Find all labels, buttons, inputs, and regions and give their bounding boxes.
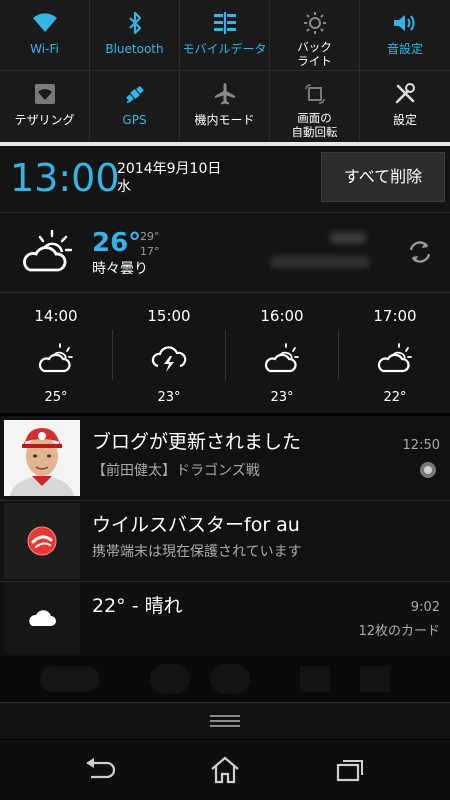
- tile-bluetooth[interactable]: Bluetooth: [90, 0, 180, 70]
- app-badge-icon: [420, 462, 436, 478]
- tile-label: Wi-Fi: [30, 42, 59, 56]
- home-button[interactable]: [195, 752, 255, 788]
- hourly-forecast-item: 14:00 25°: [0, 300, 112, 412]
- hourly-forecast-item: 17:00 22°: [339, 300, 450, 412]
- notification-subtitle: 携帯端末は現在保護されています: [92, 544, 302, 560]
- tile-mobile-data[interactable]: モバイルデータ: [180, 0, 270, 70]
- tile-label: GPS: [122, 113, 147, 127]
- quick-settings-panel: Wi-Fi Bluetooth モバイルデータ バック ライト 音設定 テザリン…: [0, 0, 450, 142]
- tile-label: バック ライト: [270, 40, 359, 68]
- quick-settings-row-1: Wi-Fi Bluetooth モバイルデータ バック ライト 音設定: [0, 0, 450, 70]
- notification-subtitle: 【前田健太】ドラゴンズ戦: [92, 463, 260, 479]
- back-button[interactable]: [70, 752, 130, 788]
- gps-icon: [90, 81, 179, 107]
- hourly-forecast-item: 16:00 23°: [226, 300, 338, 412]
- current-temperature: 26°: [92, 228, 142, 258]
- tile-tethering[interactable]: テザリング: [0, 71, 90, 141]
- tile-label: モバイルデータ: [182, 42, 267, 56]
- settings-tools-icon: [360, 81, 450, 107]
- airplane-icon: [180, 81, 269, 107]
- forecast-time: 15:00: [147, 307, 191, 325]
- mobile-data-icon: [180, 10, 269, 36]
- divider: [0, 292, 450, 293]
- forecast-temp: 23°: [270, 390, 294, 405]
- cloud-icon: [4, 582, 80, 654]
- quick-settings-row-2: テザリング GPS 機内モード 画面の 自動回転 設定: [0, 71, 450, 141]
- tile-label-line: 自動回転: [291, 125, 338, 139]
- auto-rotate-icon: [270, 81, 359, 107]
- tile-gps[interactable]: GPS: [90, 71, 180, 141]
- drag-handle-icon: [210, 714, 240, 728]
- clear-all-button[interactable]: すべて削除: [321, 152, 445, 202]
- tile-label: 設定: [392, 113, 417, 127]
- notification-item[interactable]: ブログが更新されました 【前田健太】ドラゴンズ戦 12:50: [0, 416, 450, 500]
- partly-cloudy-icon: [0, 340, 112, 376]
- wifi-icon: [0, 10, 89, 36]
- background-peek: [0, 656, 450, 702]
- blurred-location: [270, 228, 380, 274]
- notification-title: ウイルスバスターfor au: [92, 514, 300, 536]
- clock: 13:00: [10, 156, 120, 200]
- forecast-temp: 23°: [157, 390, 181, 405]
- tile-settings[interactable]: 設定: [360, 71, 450, 141]
- date-label: 2014年9月10日: [117, 161, 222, 177]
- forecast-time: 17:00: [373, 307, 417, 325]
- weekday-label: 水: [117, 179, 131, 195]
- partly-cloudy-icon: [339, 340, 450, 376]
- forecast-temp: 25°: [44, 390, 68, 405]
- virusbuster-icon: [4, 503, 80, 579]
- sound-icon: [360, 10, 450, 36]
- back-icon: [86, 758, 116, 779]
- bluetooth-icon: [90, 10, 179, 36]
- tile-label: 機内モード: [194, 113, 255, 127]
- notification-time: 9:02: [410, 600, 440, 615]
- tile-airplane-mode[interactable]: 機内モード: [180, 71, 270, 141]
- notification-title: ブログが更新されました: [92, 431, 302, 453]
- notification-item[interactable]: 22° - 晴れ 9:02 12枚のカード: [0, 582, 450, 656]
- tile-auto-rotate[interactable]: 画面の 自動回転: [270, 71, 360, 141]
- hourly-forecast-item: 15:00 23°: [113, 300, 225, 412]
- weather-condition: 時々曇り: [92, 261, 148, 277]
- forecast-time: 16:00: [260, 307, 304, 325]
- tile-label: 画面の 自動回転: [270, 111, 359, 139]
- tile-backlight[interactable]: バック ライト: [270, 0, 360, 70]
- tile-sound[interactable]: 音設定: [360, 0, 450, 70]
- tile-label-line: 画面の: [297, 111, 332, 125]
- notification-time: 12:50: [402, 438, 440, 453]
- low-temperature: 17°: [140, 245, 160, 258]
- recent-apps-icon: [336, 760, 363, 782]
- refresh-icon[interactable]: [406, 238, 434, 266]
- notification-item[interactable]: ウイルスバスターfor au 携帯端末は現在保護されています: [0, 501, 450, 581]
- tile-label-line: バック: [297, 40, 332, 54]
- tile-wifi[interactable]: Wi-Fi: [0, 0, 90, 70]
- recent-apps-button[interactable]: [320, 752, 380, 788]
- tile-label: Bluetooth: [105, 42, 164, 56]
- thunderstorm-icon: [113, 340, 225, 376]
- tile-label: 音設定: [386, 42, 423, 56]
- high-temperature: 29°: [140, 230, 160, 243]
- partly-cloudy-icon: [20, 228, 74, 276]
- tile-label-line: ライト: [297, 54, 332, 68]
- tile-label: テザリング: [14, 113, 75, 127]
- partly-cloudy-icon: [226, 340, 338, 376]
- player-avatar: [4, 420, 80, 496]
- panel-drag-handle[interactable]: [0, 702, 450, 739]
- notification-extra: 12枚のカード: [358, 624, 440, 639]
- forecast-time: 14:00: [34, 307, 78, 325]
- forecast-temp: 22°: [383, 390, 407, 405]
- brightness-icon: [270, 10, 359, 36]
- notification-title: 22° - 晴れ: [92, 595, 183, 617]
- tethering-icon: [0, 81, 89, 107]
- home-icon: [211, 756, 239, 784]
